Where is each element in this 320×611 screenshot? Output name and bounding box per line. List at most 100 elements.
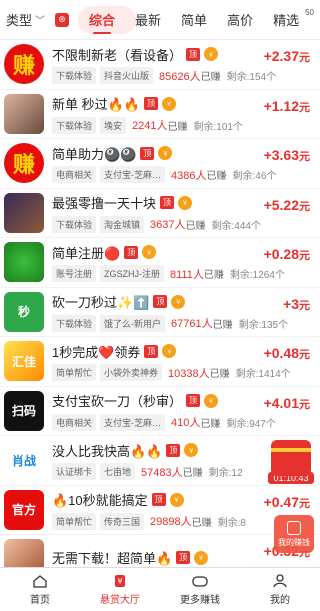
reward-amount: +0.47元 xyxy=(264,494,310,511)
coin-icon: ￥ xyxy=(162,344,177,359)
task-thumbnail: 赚 xyxy=(4,143,44,184)
task-row[interactable]: 赚不限制新老（看设备）顶 ￥ 下载体验 抖音火山版 85626人 已赚 剩余:154个 +2.… xyxy=(0,40,320,90)
remaining-count: 剩余:101个 xyxy=(193,121,243,133)
task-row[interactable]: 赚简单助力🎱🎱 顶 ￥ 电商相关 支付宝-芝麻… 4386人 已赚 剩余:46个 +3.63元 xyxy=(0,139,320,189)
top-tab-bar: 类型 ﹀ ⊛ 综合 最新 简单 高价 精选 50 xyxy=(0,0,320,40)
remaining-count: 剩余:12 xyxy=(208,468,243,480)
reward-unit: 元 xyxy=(299,497,310,510)
task-content: 砍一刀秒过✨⬆️ 顶 ￥ 下载体验 饿了么-新用户 67761人 已赚 剩余:135个 xyxy=(52,292,320,332)
coin-icon: ￥ xyxy=(169,492,184,507)
task-row[interactable]: 最强零撸一天十块顶 ￥ 下载体验 淘金城镇 3637人 已赚 剩余:444个 +5.22元 xyxy=(0,189,320,238)
task-thumbnail xyxy=(4,192,44,233)
remaining-count: 剩余:444个 xyxy=(211,220,261,232)
home-icon xyxy=(33,574,47,588)
reward-value: +0.28 xyxy=(263,246,299,262)
reward-amount: +0.48元 xyxy=(264,345,310,362)
remaining-count: 剩余:1264个 xyxy=(229,270,285,282)
pinned-badge: 顶 xyxy=(176,551,191,565)
pinned-badge: 顶 xyxy=(140,146,155,160)
pinned-badge: 顶 xyxy=(144,97,158,111)
earned-count: 3637人 xyxy=(150,219,186,232)
earned-suffix: 已赚 xyxy=(200,72,221,84)
task-row[interactable]: 简单注册🔴 顶 ￥ 账号注册 ZGSZHJ-注册 8111人 已赚 剩余:1264个 +0.28… xyxy=(0,238,320,288)
task-tag: 下载体验 xyxy=(52,215,97,233)
remaining-count: 剩余:1414个 xyxy=(235,369,291,381)
task-row[interactable]: 秒砍一刀秒过✨⬆️ 顶 ￥ 下载体验 饿了么-新用户 67761人 已赚 剩余:135个 +3元 xyxy=(0,288,320,337)
task-thumbnail: 肖战 xyxy=(4,440,44,481)
task-title: 简单助力🎱🎱 xyxy=(52,146,137,162)
earned-suffix: 已赚 xyxy=(200,418,221,430)
nav-more-earn[interactable]: 更多赚钱 xyxy=(160,568,240,611)
earned-suffix: 已赚 xyxy=(206,171,227,183)
coin-icon: ￥ xyxy=(204,393,219,408)
earned-count: 8111人 xyxy=(170,268,204,281)
reward-amount: +1.12元 xyxy=(264,98,310,115)
task-tag: 小袋外卖神券 xyxy=(100,364,163,382)
reward-value: +0.48 xyxy=(263,345,299,361)
earned-suffix: 已赚 xyxy=(185,220,206,232)
earned-count: 410人 xyxy=(171,417,201,430)
nav-more-earn-label: 更多赚钱 xyxy=(180,594,220,606)
reward-amount: +4.01元 xyxy=(264,395,310,412)
task-row[interactable]: 汇佳 1秒完成❤️领券顶 ￥ 简单帮忙 小袋外卖神券 10338人 已赚 剩余:1414个 +0… xyxy=(0,337,320,387)
coin-icon: ￥ xyxy=(162,96,176,111)
remaining-count: 剩余:46个 xyxy=(232,171,277,183)
tab-latest[interactable]: 最新 xyxy=(125,0,171,40)
earned-count: 29898人 xyxy=(150,516,192,529)
task-tag: 淘金城镇 xyxy=(100,215,145,233)
earned-count: 2241人 xyxy=(132,120,168,133)
earned-count: 10338人 xyxy=(168,367,210,380)
tab-comprehensive[interactable]: 综合 xyxy=(79,0,125,40)
earned-count: 57483人 xyxy=(141,466,183,479)
tab-featured[interactable]: 精选 xyxy=(263,0,309,40)
task-row[interactable]: 新单 秒过🔥🔥 顶 ￥ 下载体验 堍安 2241人 已赚 剩余:101个 +1.12元 xyxy=(0,90,320,139)
tab-high-price[interactable]: 高价 xyxy=(217,0,263,40)
count-badge: 50 xyxy=(305,8,314,17)
pinned-badge: 顶 xyxy=(166,443,181,457)
reward-unit: 元 xyxy=(299,299,310,312)
reward-value: +2.37 xyxy=(263,48,299,64)
nav-home[interactable]: 首页 xyxy=(0,568,80,611)
task-tag: 认证绑卡 xyxy=(52,463,97,481)
tab-simple[interactable]: 简单 xyxy=(171,0,217,40)
remaining-count: 剩余:947个 xyxy=(226,418,276,430)
coin-icon: ￥ xyxy=(171,294,186,309)
earned-count: 4386人 xyxy=(171,169,207,182)
reward-unit: 元 xyxy=(299,250,310,262)
type-filter-label: 类型 xyxy=(6,13,33,28)
earned-suffix: 已赚 xyxy=(182,468,203,480)
nav-mine[interactable]: 我的 xyxy=(240,568,320,611)
my-earnings-button[interactable]: 我的赚钱 xyxy=(274,515,314,553)
type-filter-dropdown[interactable]: 类型 ﹀ xyxy=(6,10,45,29)
my-earnings-label: 我的赚钱 xyxy=(278,537,310,547)
wallet-icon xyxy=(287,520,301,535)
floating-gift-widget[interactable]: 01:10:43 xyxy=(268,440,314,492)
user-icon xyxy=(273,573,287,587)
task-tag: 简单帮忙 xyxy=(52,512,97,530)
task-tag: 堍安 xyxy=(100,116,127,134)
reward-value: +1.12 xyxy=(263,97,299,114)
reward-unit: 元 xyxy=(299,52,310,64)
task-title: 🔥10秒就能搞定 xyxy=(52,493,148,509)
task-title: 最强零撸一天十块 xyxy=(52,196,157,212)
task-row[interactable]: 扫码 支付宝砍一刀（秒审）顶 ￥ 电商相关 支付宝-芝麻… 410人 已赚 剩余:947个 +4… xyxy=(0,387,320,436)
reward-value: +0.47 xyxy=(263,493,299,510)
coin-icon: ￥ xyxy=(142,245,157,260)
task-thumbnail xyxy=(4,93,44,134)
nav-reward-hall-label: 悬赏大厅 xyxy=(100,594,140,606)
remaining-count: 剩余:135个 xyxy=(238,319,289,331)
task-tag: 支付宝-芝麻… xyxy=(100,166,166,184)
reward-amount: +0.28元 xyxy=(264,246,310,263)
earned-count: 67761人 xyxy=(171,318,213,331)
task-tag: 抖音火山版 xyxy=(100,67,154,85)
task-tag: 饿了么-新用户 xyxy=(100,314,166,332)
task-row[interactable]: 官方 🔥10秒就能搞定顶 ￥ 简单帮忙 传奇三国 29898人 已赚 剩余:8 +0.47元 xyxy=(0,486,320,535)
coin-icon: ￥ xyxy=(194,550,209,565)
earned-suffix: 已赚 xyxy=(212,319,233,331)
task-tag: 下载体验 xyxy=(52,67,97,85)
remaining-count: 剩余:154个 xyxy=(226,72,277,84)
reward-amount: +3元 xyxy=(283,296,310,313)
task-title: 无需下载！超简单🔥 xyxy=(52,551,173,567)
task-tag: ZGSZHJ-注册 xyxy=(100,265,165,283)
nav-reward-hall[interactable]: ¥ 悬赏大厅 xyxy=(80,568,160,611)
